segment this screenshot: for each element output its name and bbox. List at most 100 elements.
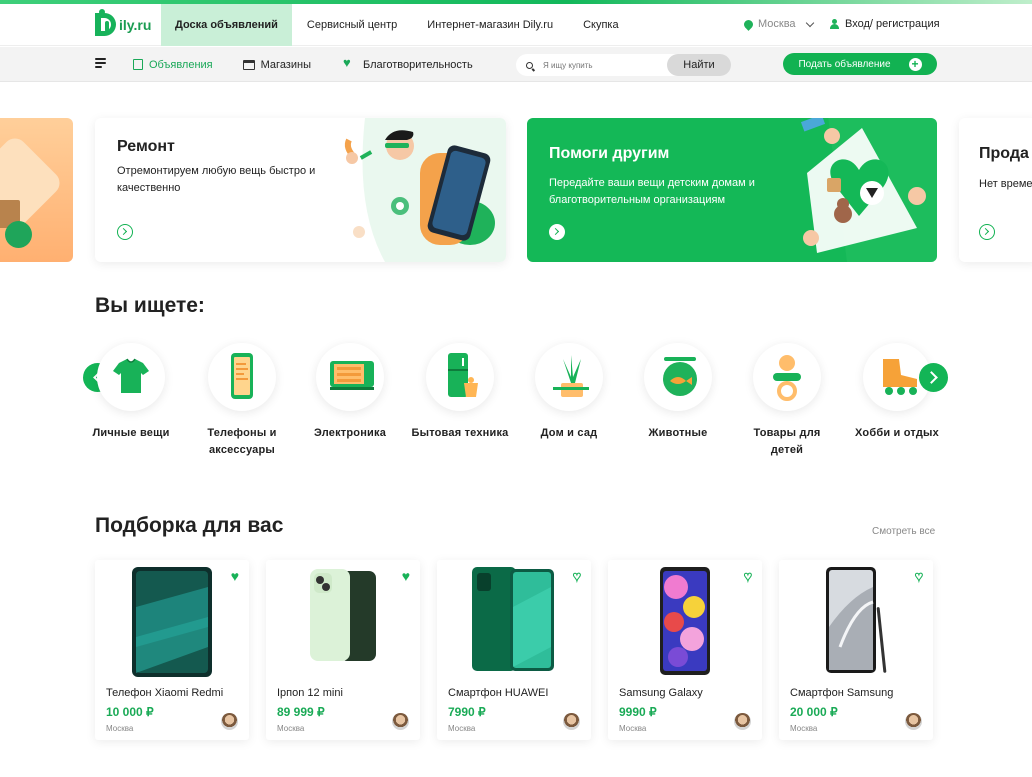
product-image	[660, 567, 710, 675]
shop-icon	[242, 59, 255, 70]
post-ad-button[interactable]: Подать объявление +	[783, 53, 937, 75]
category-label: Животные	[648, 427, 708, 439]
product-card[interactable]: ♥ Смартфон HUAWEI 7990 ₽ Москва	[437, 560, 591, 740]
subnav-item-ads[interactable]: Объявления	[133, 59, 213, 71]
tshirt-icon	[97, 343, 165, 411]
product-city: Москва	[106, 724, 134, 733]
product-card[interactable]: ♥ Телефон Xiaomi Redmi 10 000 ₽ Москва	[95, 560, 249, 740]
product-price: 10 000 ₽	[106, 705, 154, 719]
category-label: Товары для детей	[753, 427, 821, 456]
product-city: Москва	[619, 724, 647, 733]
banner-text: Отремонтируем любую вещь быстро и качест…	[117, 165, 316, 194]
arrow-right-icon[interactable]	[549, 224, 565, 240]
product-name: Телефон Xiaomi Redmi	[106, 687, 224, 699]
product-image	[472, 567, 554, 671]
tab-board[interactable]: Доска объявлений	[161, 4, 292, 46]
search-icon	[526, 61, 533, 69]
search-input[interactable]	[543, 60, 663, 70]
product-price: 89 999 ₽	[277, 705, 325, 719]
sub-nav: Объявления Магазины Благотворительность	[133, 47, 503, 82]
menu-icon[interactable]	[95, 58, 106, 68]
tab-buyback[interactable]: Скупка	[568, 4, 634, 46]
tab-online-store[interactable]: Интернет-магазин Dily.ru	[412, 4, 568, 46]
seller-avatar[interactable]	[392, 713, 409, 730]
category-electronics[interactable]: Электроника	[300, 343, 400, 442]
banner-prev-partial[interactable]	[0, 118, 73, 262]
seller-avatar[interactable]	[905, 713, 922, 730]
logo[interactable]: ily.ru	[95, 9, 152, 36]
category-label: Электроника	[313, 427, 387, 439]
category-appliances[interactable]: Бытовая техника	[410, 343, 510, 442]
product-name: Samsung Galaxy	[619, 687, 703, 699]
favorite-heart-outline-icon[interactable]: ♥	[743, 569, 752, 584]
laptop-icon	[316, 343, 384, 411]
category-personal[interactable]: Личные вещи	[81, 343, 181, 442]
chevron-down-icon	[805, 18, 814, 27]
tab-service-center[interactable]: Сервисный центр	[292, 4, 412, 46]
favorite-heart-outline-icon[interactable]: ♥	[572, 569, 581, 584]
post-ad-label: Подать объявление	[798, 58, 891, 70]
charity-icon	[341, 55, 357, 70]
category-label: Телефоны и аксессуары	[207, 427, 277, 456]
banner-title: Помоги другим	[549, 145, 670, 162]
user-icon	[830, 19, 839, 29]
product-name: Смартфон HUAWEI	[448, 687, 549, 699]
favorite-heart-icon[interactable]: ♥	[231, 569, 239, 583]
banner-sell-partial[interactable]: Прода Нет време нам и пол	[959, 118, 1032, 262]
arrow-right-icon[interactable]	[117, 224, 133, 240]
category-label: Хобби и отдых	[855, 427, 939, 439]
location-pin-icon	[742, 17, 755, 31]
top-header: ily.ru Доска объявлений Сервисный центр …	[0, 4, 1032, 46]
product-city: Москва	[790, 724, 818, 733]
logo-text: ily.ru	[119, 16, 152, 33]
product-card[interactable]: ♥ Iрпоn 12 mini 89 999 ₽ Москва	[266, 560, 420, 740]
product-city: Москва	[277, 724, 305, 733]
category-kids[interactable]: Товары для детей	[737, 343, 837, 459]
favorite-heart-outline-icon[interactable]: ♥	[914, 569, 923, 584]
category-label: Дом и сад	[540, 427, 598, 439]
product-image	[826, 567, 887, 673]
fridge-icon	[426, 343, 494, 411]
categories-title: Вы ищете:	[95, 294, 205, 317]
category-home-garden[interactable]: Дом и сад	[519, 343, 619, 442]
banner-help[interactable]: Помоги другим Передайте ваши вещи детски…	[527, 118, 937, 262]
banner-title: Прода	[979, 145, 1029, 162]
favorite-heart-icon[interactable]: ♥	[402, 569, 410, 583]
subnav-item-label: Благотворительность	[362, 58, 473, 71]
logo-mark-icon	[95, 9, 116, 36]
login-link[interactable]: Вход/ регистрация	[830, 18, 940, 30]
category-hobby[interactable]: Хобби и отдых	[847, 343, 947, 442]
category-phones[interactable]: Телефоны и аксессуары	[192, 343, 292, 459]
product-card[interactable]: ♥ Samsung Galaxy 9990 ₽ Москва	[608, 560, 762, 740]
category-label: Бытовая техника	[411, 427, 509, 439]
carousel-next-button[interactable]	[919, 363, 948, 392]
pacifier-icon	[753, 343, 821, 411]
phone-icon	[208, 343, 276, 411]
product-price: 7990 ₽	[448, 705, 486, 719]
arrow-right-icon[interactable]	[979, 224, 995, 240]
banner-text: Передайте ваши вещи детским домам и благ…	[549, 177, 755, 206]
seller-avatar[interactable]	[221, 713, 238, 730]
login-label: Вход/ регистрация	[845, 18, 940, 30]
banner-title: Ремонт	[117, 138, 175, 155]
product-price: 9990 ₽	[619, 705, 657, 719]
picks-title: Подборка для вас	[95, 514, 284, 537]
seller-avatar[interactable]	[734, 713, 751, 730]
city-selector[interactable]: Москва	[742, 17, 814, 31]
product-image	[310, 569, 376, 661]
category-animals[interactable]: Животные	[628, 343, 728, 442]
ads-icon	[133, 59, 143, 70]
see-all-link[interactable]: Смотреть все	[872, 526, 935, 537]
seller-avatar[interactable]	[563, 713, 580, 730]
repair-illustration	[335, 118, 506, 262]
subnav-item-label: Магазины	[260, 58, 311, 71]
aquarium-icon	[644, 343, 712, 411]
plus-icon: +	[908, 57, 922, 71]
search-button[interactable]: Найти	[667, 54, 731, 76]
subnav-item-shops[interactable]: Магазины	[242, 58, 311, 71]
subnav-item-charity[interactable]: Благотворительность	[341, 55, 473, 71]
banner-repair[interactable]: Ремонт Отремонтируем любую вещь быстро и…	[95, 118, 506, 262]
product-price: 20 000 ₽	[790, 705, 838, 719]
product-card[interactable]: ♥ Смартфон Samsung 20 000 ₽ Москва	[779, 560, 933, 740]
search-bar: Найти	[516, 54, 731, 76]
